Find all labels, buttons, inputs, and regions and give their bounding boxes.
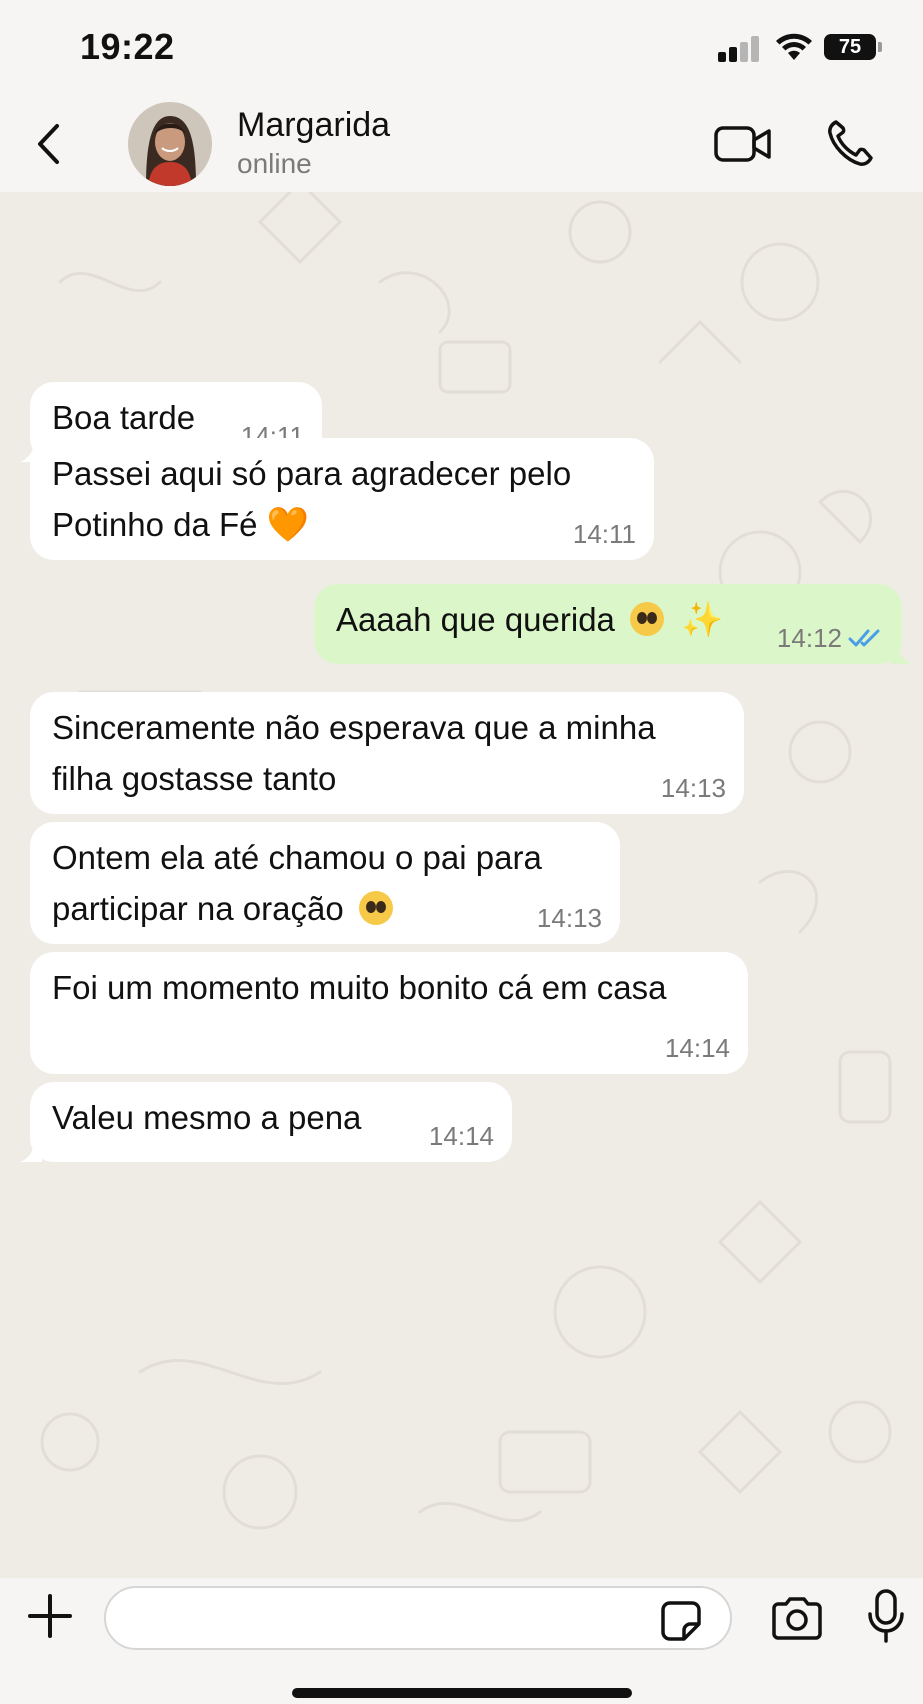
message-bubble[interactable]: Foi um momento muito bonito cá em casa 1… — [30, 952, 748, 1074]
message-bubble[interactable]: Valeu mesmo a pena 14:14 — [20, 1082, 512, 1162]
sparkles-emoji: ✨ — [681, 601, 724, 639]
battery-level: 75 — [838, 36, 862, 58]
message-text: Foi um momento muito bonito cá em casa — [52, 969, 667, 1006]
message-text: Passei aqui só para agradecer pelo — [52, 455, 572, 492]
back-button[interactable] — [28, 116, 68, 172]
chat-header: Margarida online — [0, 96, 923, 192]
message-bubble[interactable]: Sinceramente não esperava que a minha fi… — [30, 692, 744, 814]
cellular-signal-icon — [718, 34, 762, 62]
message-bubble[interactable]: Ontem ela até chamou o pai para particip… — [30, 822, 620, 944]
message-input[interactable] — [104, 1586, 732, 1650]
contact-status: online — [237, 148, 312, 179]
message-time: 14:13 — [660, 773, 726, 803]
camera-icon[interactable] — [770, 1596, 824, 1640]
message-text: Sinceramente não esperava que a minha — [52, 709, 656, 746]
message-time: 14:13 — [536, 903, 602, 933]
input-bar — [0, 1578, 923, 1704]
status-bar: 19:22 75 — [0, 0, 923, 96]
sticker-icon[interactable] — [660, 1600, 702, 1642]
battery-indicator: 75 — [824, 34, 882, 60]
message-time: 14:14 — [664, 1033, 730, 1063]
plus-icon[interactable] — [26, 1592, 74, 1640]
message-bubble[interactable]: Passei aqui só para agradecer pelo Potin… — [30, 438, 654, 560]
pleading-face-emoji — [358, 891, 393, 925]
status-time: 19:22 — [80, 26, 175, 67]
pleading-face-emoji — [630, 602, 665, 636]
back-arrow-icon — [38, 124, 59, 164]
message-text: Valeu mesmo a pena — [52, 1099, 362, 1136]
message-time: 14:14 — [428, 1121, 494, 1151]
message-text: Aaaah que querida — [336, 601, 615, 638]
home-indicator — [292, 1688, 632, 1698]
orange-heart-emoji: 🧡 — [266, 506, 309, 544]
wifi-icon — [776, 33, 812, 60]
microphone-icon[interactable] — [866, 1588, 906, 1644]
message-bubble-outgoing[interactable]: Aaaah que querida ✨ 14:12 — [314, 584, 912, 664]
message-time: 14:12 — [776, 623, 842, 653]
contact-avatar[interactable] — [128, 102, 212, 186]
message-text: Ontem ela até chamou o pai para — [52, 839, 542, 876]
message-time: 14:11 — [572, 519, 636, 549]
contact-name[interactable]: Margarida — [237, 106, 390, 145]
chat-area[interactable]: Boa tarde 14:11 Passei aqui só para agra… — [0, 192, 923, 1578]
double-check-icon — [848, 629, 880, 647]
message-text: filha gostasse tanto — [52, 760, 337, 797]
message-text: Potinho da Fé — [52, 506, 258, 543]
video-call-icon[interactable] — [714, 124, 772, 164]
message-text: participar na oração — [52, 890, 344, 927]
phone-call-icon[interactable] — [826, 118, 874, 168]
